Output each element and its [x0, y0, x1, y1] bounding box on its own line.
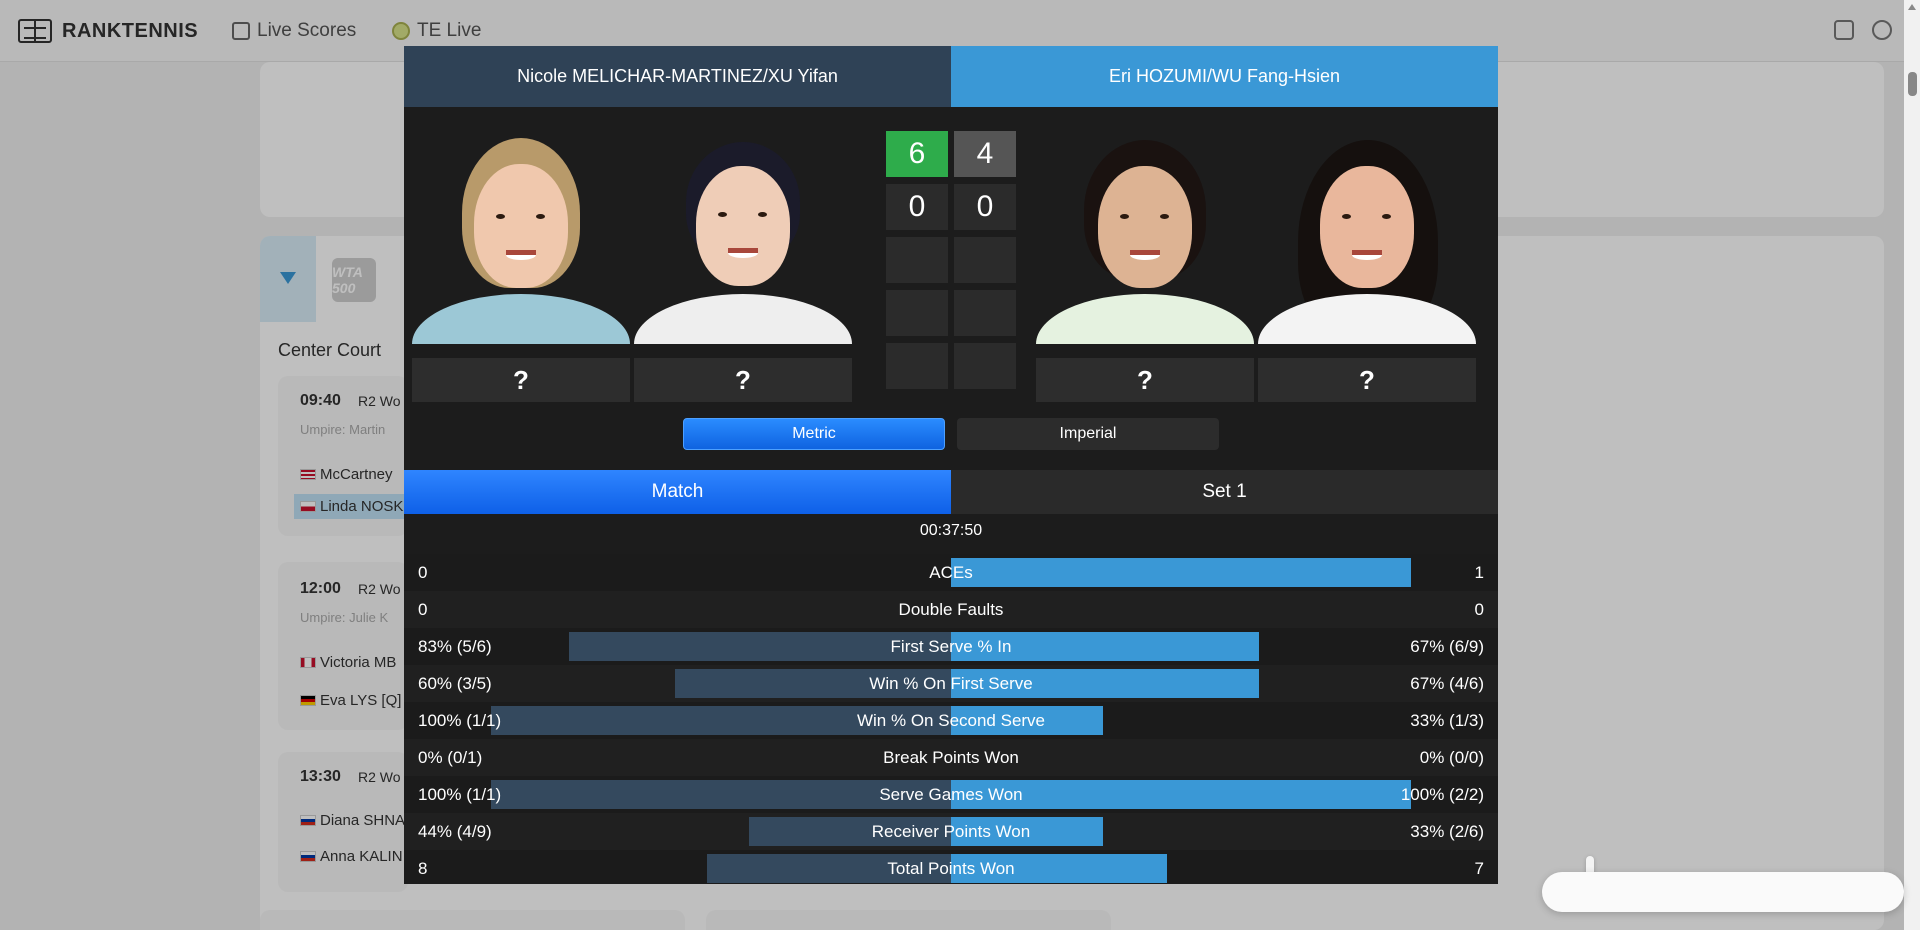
stat-value-right: 1 [1474, 563, 1484, 582]
stat-value-left: 0 [418, 600, 428, 619]
stat-value-right: 100% (2/2) [1400, 785, 1484, 804]
stat-row: Serve Games Won 100% (1/1) 100% (2/2) [404, 776, 1498, 813]
stat-value-left: 44% (4/9) [418, 822, 492, 841]
stat-label: Double Faults [898, 600, 1004, 619]
set2-score-right: 0 [954, 184, 1016, 230]
floating-widget[interactable] [1542, 872, 1904, 912]
stat-row: Win % On First Serve 60% (3/5) 67% (4/6) [404, 665, 1498, 702]
tab-match[interactable]: Match [404, 470, 951, 514]
stat-value-right: 67% (6/9) [1410, 637, 1484, 656]
set1-score-right: 4 [954, 131, 1016, 177]
set3-score-right [954, 237, 1016, 283]
player-photo [412, 126, 630, 344]
stat-label: Receiver Points Won [871, 822, 1031, 841]
stat-value-right: 33% (2/6) [1410, 822, 1484, 841]
stat-value-right: 67% (4/6) [1410, 674, 1484, 693]
stat-label: First Serve % In [890, 637, 1012, 656]
set5-score-left [886, 343, 948, 389]
stat-value-right: 33% (1/3) [1410, 711, 1484, 730]
stat-row: Win % On Second Serve 100% (1/1) 33% (1/3) [404, 702, 1498, 739]
stat-label: Win % On Second Serve [856, 711, 1046, 730]
stat-label: ACEs [929, 563, 973, 582]
imperial-button[interactable]: Imperial [957, 418, 1219, 450]
page-scrollbar[interactable] [1904, 0, 1920, 930]
player-height: ? [634, 358, 852, 402]
stat-value-left: 0 [418, 563, 428, 582]
stat-label: Total Points Won [887, 859, 1015, 878]
stat-value-left: 100% (1/1) [418, 785, 502, 804]
stat-row: ACEs 0 1 [404, 554, 1498, 591]
set1-score-left: 6 [886, 131, 948, 177]
metric-button[interactable]: Metric [683, 418, 945, 450]
stat-row: Receiver Points Won 44% (4/9) 33% (2/6) [404, 813, 1498, 850]
scroll-up-arrow-icon[interactable] [1908, 4, 1916, 10]
team-left-header: Nicole MELICHAR-MARTINEZ/XU Yifan [404, 46, 951, 107]
set3-score-left [886, 237, 948, 283]
stat-label: Break Points Won [883, 748, 1019, 767]
set4-score-right [954, 290, 1016, 336]
tab-set-1[interactable]: Set 1 [951, 470, 1498, 514]
player-height: ? [1258, 358, 1476, 402]
stat-value-left: 8 [418, 859, 428, 878]
stat-row: Double Faults 0 0 [404, 591, 1498, 628]
team-right-header: Eri HOZUMI/WU Fang-Hsien [951, 46, 1498, 107]
match-duration: 00:37:50 [919, 522, 983, 539]
player-height: ? [1036, 358, 1254, 402]
stat-row: First Serve % In 83% (5/6) 67% (6/9) [404, 628, 1498, 665]
stat-row: Break Points Won 0% (0/1) 0% (0/0) [404, 739, 1498, 776]
stat-value-left: 0% (0/1) [418, 748, 483, 767]
player-height: ? [412, 358, 630, 402]
scrollbar-thumb[interactable] [1908, 72, 1917, 96]
stat-value-right: 0 [1474, 600, 1484, 619]
set5-score-right [954, 343, 1016, 389]
stat-value-left: 60% (3/5) [418, 674, 492, 693]
stat-label: Win % On First Serve [869, 674, 1033, 693]
stat-value-right: 7 [1474, 859, 1484, 878]
set2-score-left: 0 [886, 184, 948, 230]
player-photo [1258, 126, 1476, 344]
set4-score-left [886, 290, 948, 336]
stat-value-right: 0% (0/0) [1419, 748, 1484, 767]
match-stats-modal: Nicole MELICHAR-MARTINEZ/XU Yifan Eri HO… [404, 46, 1498, 884]
stat-label: Serve Games Won [879, 785, 1023, 804]
player-photo [1036, 126, 1254, 344]
stat-value-left: 83% (5/6) [418, 637, 492, 656]
stat-value-left: 100% (1/1) [418, 711, 502, 730]
player-photo [634, 126, 852, 344]
stat-row: Total Points Won 8 7 [404, 850, 1498, 884]
